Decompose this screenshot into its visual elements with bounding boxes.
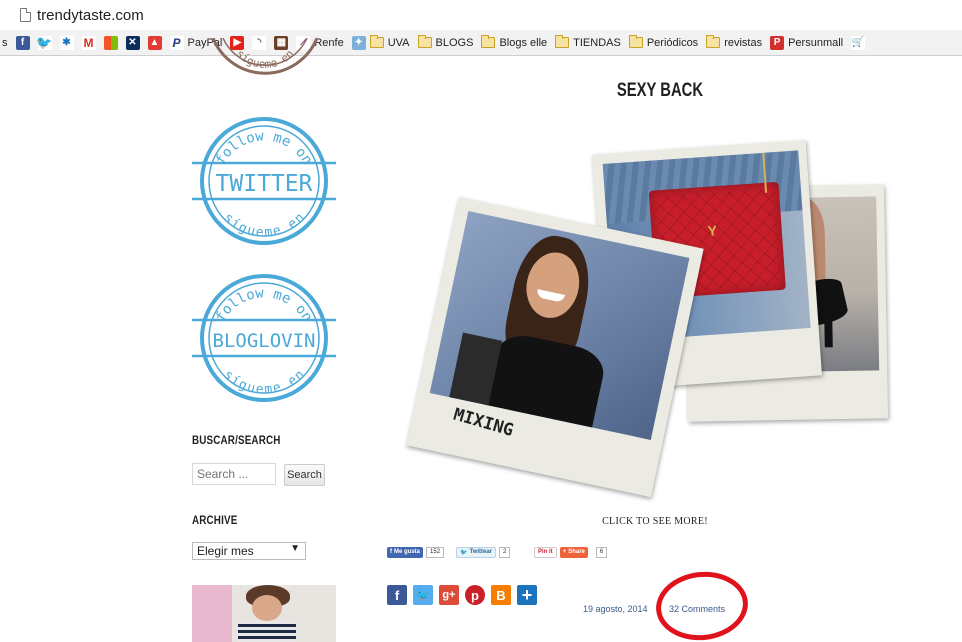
post-title[interactable]: SEXY BACK [582,80,738,102]
facebook-icon: f [390,549,392,555]
facebook-like-count: 152 [426,546,445,558]
folder-icon [706,35,721,48]
facebook-like-widget[interactable]: f Me gusta 152 [387,546,445,558]
bookmark-revistas[interactable]: revistas [706,35,762,49]
follow-stamp-top[interactable]: sígueme en [205,38,325,90]
polaroid-mixing: MIXING [406,196,704,498]
tweet-count: 2 [499,546,511,558]
pinterest-icon[interactable]: p [465,585,485,605]
folder-icon [417,35,432,48]
photo-app-icon[interactable]: ▲ [147,35,162,50]
stamp-twitter-text: TWITTER [216,171,313,197]
folder-icon [481,35,496,48]
windows-icon[interactable] [103,35,118,50]
cart-icon[interactable]: 🛒 [851,35,866,50]
social-share-icons: f 🐦 g+ p B + [387,585,537,605]
stamp-bloglovin-text: BLOGLOVIN [213,330,316,352]
addthis-plus-icon[interactable]: + [517,585,537,605]
url-text[interactable]: trendytaste.com [37,7,144,24]
paypal-icon: P [169,35,184,50]
bookmark-periodicos[interactable]: Periódicos [628,35,698,49]
search-button[interactable]: Search [284,464,325,486]
app-icon[interactable]: ✱ [59,35,74,50]
bloglovin-follow-stamp[interactable]: follow me on BLOGLOVIN sígueme en [190,272,340,404]
collage-mixing-label: MIXING [451,404,516,441]
screenshot-root: trendytaste.com s f 🐦 ✱ M ✕ ▲ P PayPal ▶… [0,0,962,642]
tweet-button[interactable]: 🐦 Twittear [456,546,497,558]
address-bar[interactable]: trendytaste.com [0,0,962,30]
share-count: 6 [595,546,608,558]
dropdown-arrow-icon: ▼ [290,543,300,554]
twitter-bird-icon[interactable]: 🐦 [36,35,53,50]
persunmall-icon: P [770,35,785,50]
bookmarks-bar: s f 🐦 ✱ M ✕ ▲ P PayPal ▶ ◝ ▦ ⟋ Renfe ✦ U… [0,30,962,56]
bookmark-blogs-elle[interactable]: Blogs elle [481,35,547,49]
bookmark-persunmall[interactable]: P Persunmall [770,35,843,50]
bird-logo-icon: ✦ [351,35,366,50]
blogger-icon[interactable]: B [491,585,511,605]
highlight-circle-annotation [652,567,752,642]
tweet-widget[interactable]: 🐦 Twittear 2 [456,546,511,558]
folder-icon [555,35,570,48]
plus-icon: + [562,549,567,555]
post-date[interactable]: 19 agosto, 2014 [583,604,648,614]
folder-icon [628,35,643,48]
woman-photo [429,211,690,440]
google-plus-icon[interactable]: g+ [439,585,459,605]
facebook-icon[interactable]: f [387,585,407,605]
folder-icon [369,35,384,48]
pin-it-button[interactable]: Pin it [534,546,557,558]
sidebar-thumbnail-image[interactable] [192,585,336,642]
click-to-see-more-link[interactable]: CLICK TO SEE MORE! [560,516,750,527]
gmail-icon[interactable]: M [81,35,96,50]
bookmark-blogs[interactable]: BLOGS [417,35,473,49]
archive-widget-title: ARCHIVE [192,513,238,527]
facebook-icon[interactable]: f [15,35,30,50]
twitter-icon[interactable]: 🐦 [413,585,433,605]
twitter-icon: 🐦 [460,549,468,556]
facebook-like-button[interactable]: f Me gusta [387,546,424,558]
share-button[interactable]: + Share [559,546,588,558]
archive-select[interactable]: Elegir mes ▼ [192,542,306,560]
search-input[interactable] [192,463,276,485]
page-icon [20,8,31,22]
bookmark-uva[interactable]: ✦ UVA [351,35,410,50]
search-widget-title: BUSCAR/SEARCH [192,433,281,447]
bookmark-s[interactable]: s [2,37,8,49]
bank-icon[interactable]: ✕ [125,35,140,50]
pinterest-share-widget[interactable]: Pin it + Share 6 [534,546,608,558]
bookmark-tiendas[interactable]: TIENDAS [555,35,621,49]
twitter-follow-stamp[interactable]: follow me on TWITTER sígueme en [190,115,340,247]
archive-select-value: Elegir mes [197,544,254,558]
